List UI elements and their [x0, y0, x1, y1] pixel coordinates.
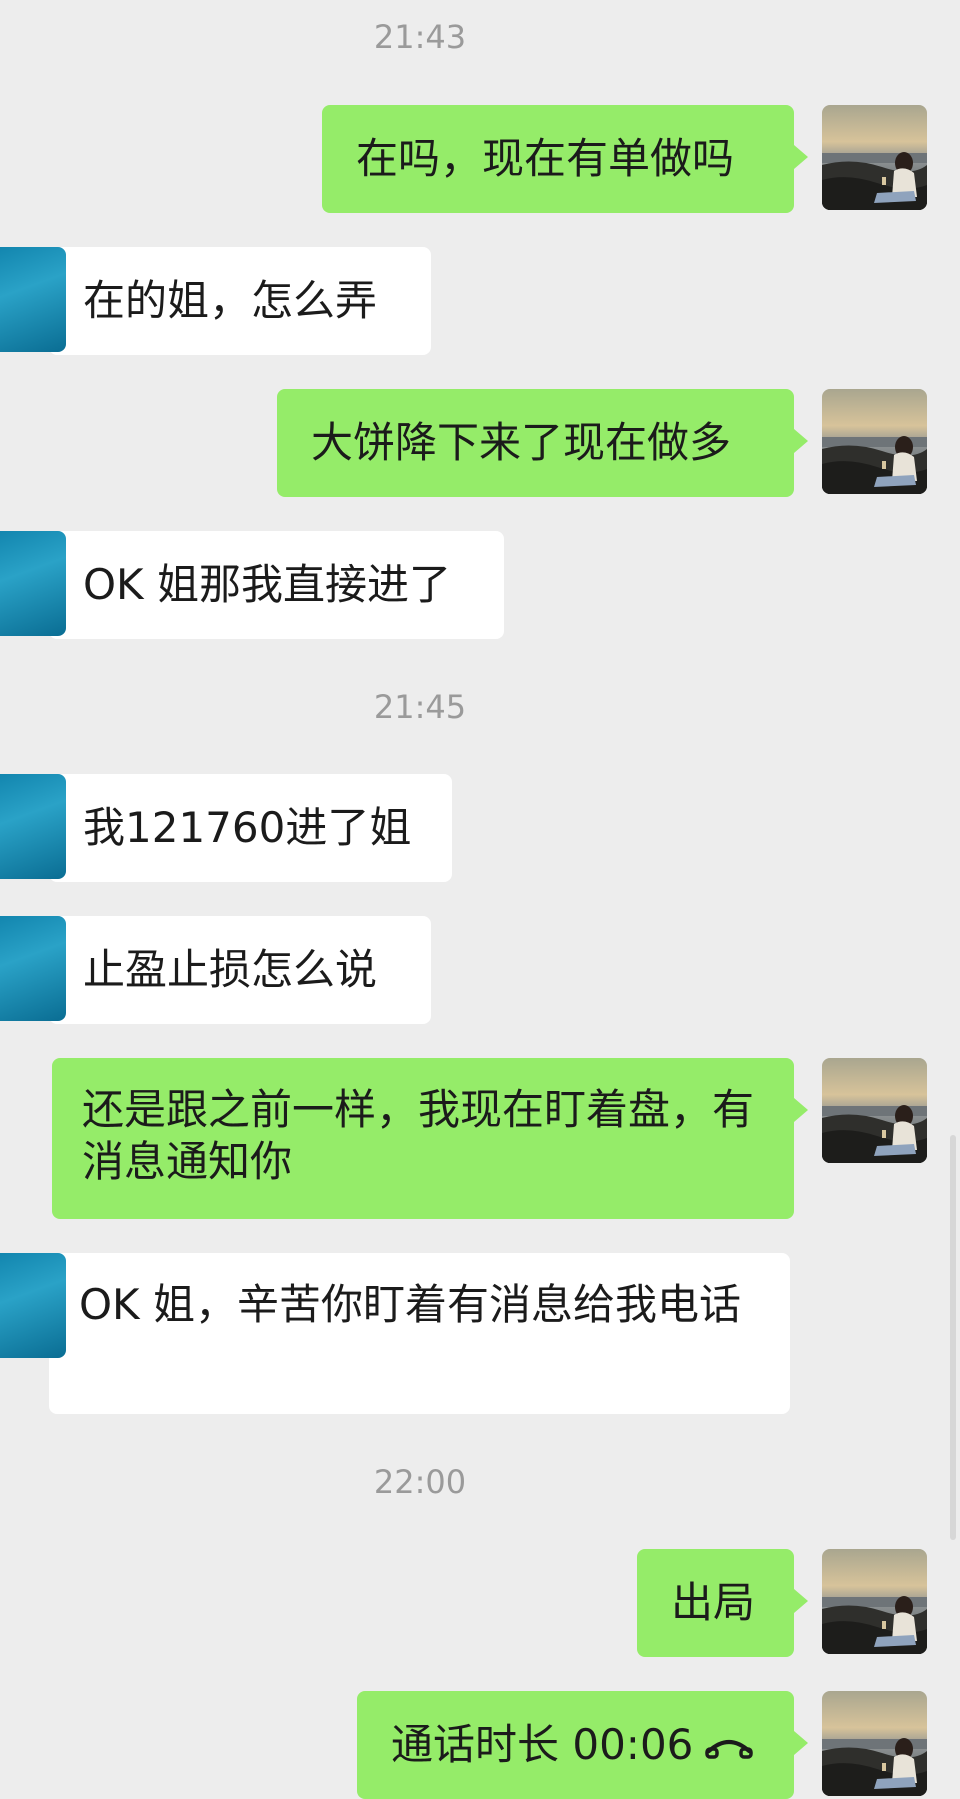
- call-record-bubble[interactable]: 通话时长 00:06: [357, 1691, 808, 1799]
- contact-avatar[interactable]: [0, 916, 66, 1021]
- call-duration-text: 通话时长 00:06: [391, 1720, 694, 1769]
- avatar-image-icon: [822, 1691, 927, 1796]
- self-avatar[interactable]: [822, 1549, 927, 1654]
- message-text: 大饼降下来了现在做多: [311, 418, 732, 467]
- message-bubble-outgoing[interactable]: 出局: [637, 1549, 808, 1657]
- contact-avatar[interactable]: [0, 1253, 66, 1358]
- message-bubble-outgoing[interactable]: 还是跟之前一样，我现在盯着盘，有消息通知你: [52, 1058, 808, 1219]
- timestamp: 22:00: [373, 1463, 467, 1501]
- message-bubble-outgoing[interactable]: 大饼降下来了现在做多: [277, 389, 808, 497]
- self-avatar[interactable]: [822, 105, 927, 210]
- message-bubble-incoming[interactable]: 在的姐，怎么弄: [0, 247, 431, 355]
- message-text: 出局: [671, 1578, 756, 1627]
- timestamp: 21:43: [373, 18, 467, 56]
- contact-avatar[interactable]: [0, 774, 66, 879]
- avatar-image-icon: [822, 389, 927, 494]
- message-text: 在的姐，怎么弄: [83, 276, 378, 325]
- contact-avatar[interactable]: [0, 531, 66, 636]
- message-bubble-incoming[interactable]: OK 姐那我直接进了: [0, 531, 504, 639]
- message-text: 我121760进了姐: [83, 803, 412, 852]
- self-avatar[interactable]: [822, 1058, 927, 1163]
- message-text: OK 姐，辛苦你盯着有消息给我电话: [79, 1280, 741, 1329]
- message-bubble-incoming[interactable]: 我121760进了姐: [0, 774, 452, 882]
- contact-avatar[interactable]: [0, 247, 66, 352]
- phone-hangup-icon: [705, 1721, 754, 1773]
- message-text: 止盈止损怎么说: [83, 945, 378, 994]
- message-bubble-incoming[interactable]: 止盈止损怎么说: [0, 916, 431, 1024]
- timestamp: 21:45: [373, 688, 467, 726]
- message-text: 还是跟之前一样，我现在盯着盘，有消息通知你: [82, 1085, 755, 1186]
- avatar-image-icon: [822, 1058, 927, 1163]
- message-bubble-outgoing[interactable]: 在吗，现在有单做吗: [322, 105, 808, 213]
- scrollbar-thumb[interactable]: [950, 1135, 956, 1540]
- avatar-image-icon: [822, 1549, 927, 1654]
- message-bubble-incoming[interactable]: OK 姐，辛苦你盯着有消息给我电话: [0, 1253, 790, 1414]
- message-text: OK 姐那我直接进了: [83, 560, 451, 609]
- self-avatar[interactable]: [822, 389, 927, 494]
- self-avatar[interactable]: [822, 1691, 927, 1796]
- message-text: 在吗，现在有单做吗: [356, 134, 735, 183]
- avatar-image-icon: [822, 105, 927, 210]
